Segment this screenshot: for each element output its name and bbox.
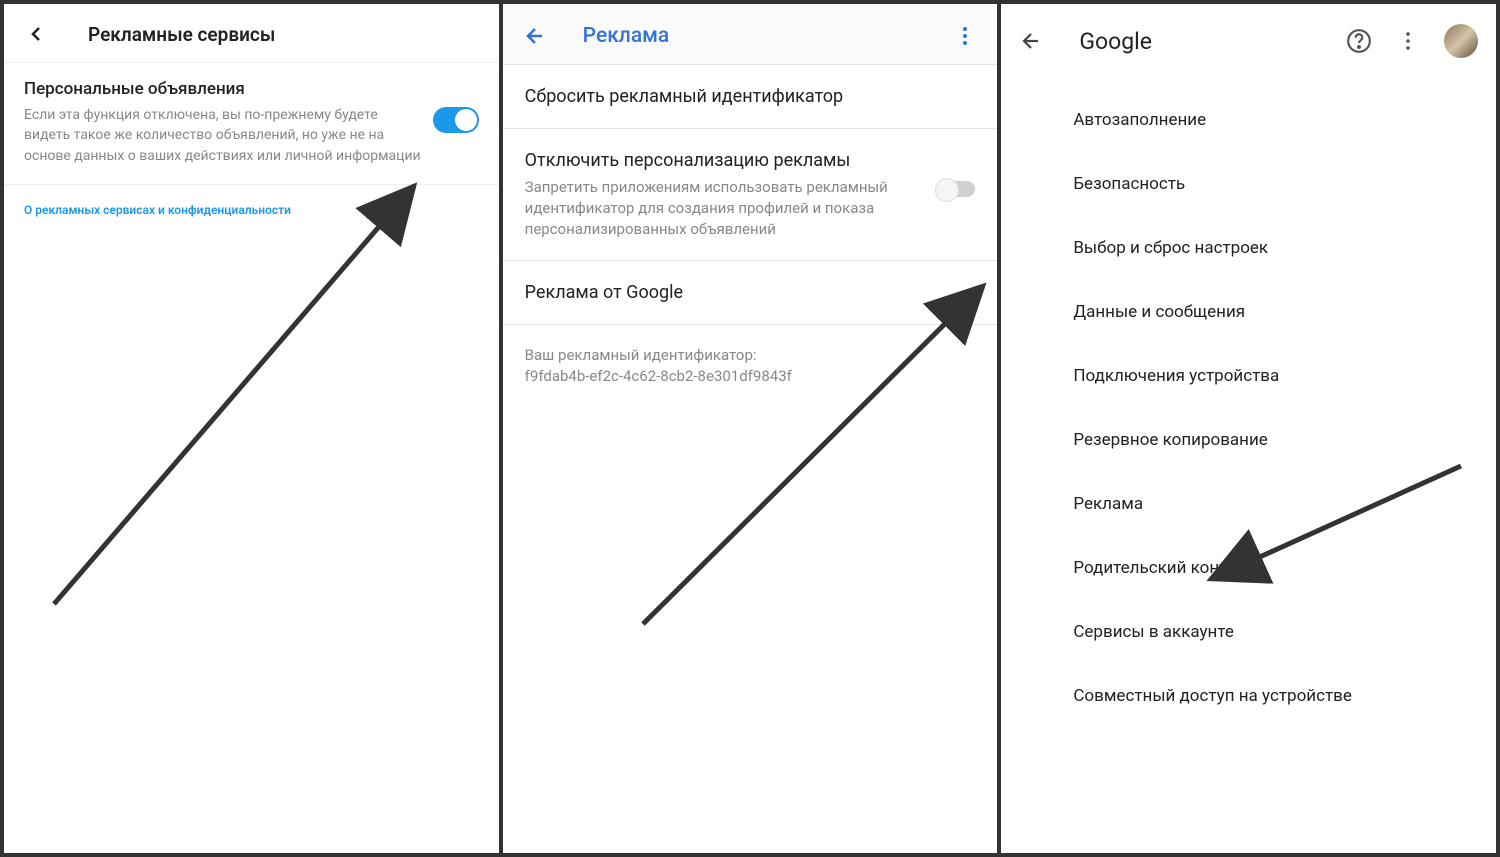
ad-id-value: f9fdab4b-ef2c-4c62-8cb2-8e301df9843f — [525, 366, 976, 387]
back-icon[interactable] — [1019, 29, 1043, 53]
privacy-link[interactable]: О рекламных сервисах и конфиденциальност… — [4, 185, 499, 235]
list-item[interactable]: Совместный доступ на устройстве — [1001, 664, 1496, 728]
list-item[interactable]: Родительский контроль — [1001, 536, 1496, 600]
avatar[interactable] — [1444, 24, 1478, 58]
list-item[interactable]: Автозаполнение — [1001, 88, 1496, 152]
list-item[interactable]: Реклама — [1001, 472, 1496, 536]
list-item[interactable]: Выбор и сброс настроек — [1001, 216, 1496, 280]
item-description: Запретить приложениям использовать рекла… — [525, 177, 928, 240]
ad-id-info: Ваш рекламный идентификатор: f9fdab4b-ef… — [503, 325, 998, 407]
screen-google-settings: Google АвтозаполнениеБезопасностьВыбор и… — [1001, 4, 1496, 853]
settings-list: АвтозаполнениеБезопасностьВыбор и сброс … — [1001, 76, 1496, 728]
setting-text: Персональные объявления Если эта функция… — [24, 79, 433, 166]
item-title: Реклама от Google — [525, 281, 966, 304]
more-icon[interactable] — [953, 24, 977, 48]
more-icon[interactable] — [1396, 29, 1420, 53]
item-title: Сбросить рекламный идентификатор — [525, 85, 966, 108]
back-icon[interactable] — [24, 22, 48, 46]
back-icon[interactable] — [523, 24, 547, 48]
screen-ad-services: Рекламные сервисы Персональные объявлени… — [4, 4, 499, 853]
list-item[interactable]: Данные и сообщения — [1001, 280, 1496, 344]
page-title: Рекламные сервисы — [88, 23, 275, 46]
reset-ad-id-item[interactable]: Сбросить рекламный идентификатор — [503, 65, 998, 129]
personal-ads-setting[interactable]: Персональные объявления Если эта функция… — [4, 63, 499, 185]
page-title: Реклама — [583, 24, 954, 48]
list-item[interactable]: Безопасность — [1001, 152, 1496, 216]
setting-title: Персональные объявления — [24, 79, 423, 99]
google-ads-item[interactable]: Реклама от Google — [503, 261, 998, 325]
personal-ads-toggle[interactable] — [433, 107, 479, 133]
screen-ads: Реклама Сбросить рекламный идентификатор… — [503, 4, 998, 853]
header: Google — [1001, 4, 1496, 76]
disable-personalization-item[interactable]: Отключить персонализацию рекламы Запрети… — [503, 129, 998, 260]
list-item[interactable]: Сервисы в аккаунте — [1001, 600, 1496, 664]
header: Рекламные сервисы — [4, 4, 499, 63]
page-title: Google — [1079, 28, 1322, 55]
header: Реклама — [503, 4, 998, 65]
list-item[interactable]: Подключения устройства — [1001, 344, 1496, 408]
personalization-toggle[interactable] — [937, 181, 975, 197]
item-title: Отключить персонализацию рекламы — [525, 149, 928, 172]
ad-id-label: Ваш рекламный идентификатор: — [525, 345, 976, 366]
help-icon[interactable] — [1346, 28, 1372, 54]
setting-description: Если эта функция отключена, вы по-прежне… — [24, 105, 423, 166]
list-item[interactable]: Резервное копирование — [1001, 408, 1496, 472]
